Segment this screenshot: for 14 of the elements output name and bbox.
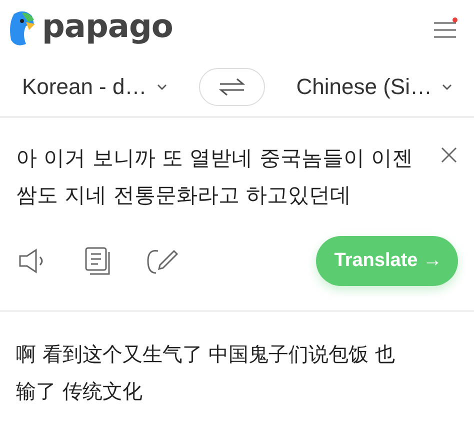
chevron-down-icon bbox=[442, 84, 452, 90]
source-language-dropdown[interactable]: Korean - d… bbox=[22, 74, 167, 100]
copy-icon[interactable] bbox=[84, 246, 112, 276]
swap-languages-button[interactable] bbox=[198, 68, 264, 106]
target-language-dropdown[interactable]: Chinese (Si… bbox=[296, 74, 452, 100]
handwriting-icon[interactable] bbox=[146, 247, 180, 275]
close-icon bbox=[440, 146, 458, 164]
swap-arrows-icon bbox=[218, 78, 244, 96]
menu-icon[interactable] bbox=[432, 17, 458, 41]
translated-text: 啊 看到这个又生气了 中国鬼子们说包饭 也输了 传统文化 bbox=[16, 341, 396, 405]
chevron-down-icon bbox=[156, 84, 167, 90]
parrot-icon bbox=[8, 10, 36, 48]
source-text[interactable]: 아 이거 보니까 또 열받네 중국놈들이 이젠 쌈도 지네 전통문화라고 하고있던데 bbox=[16, 140, 416, 214]
app-logo-text: papago bbox=[42, 7, 173, 45]
